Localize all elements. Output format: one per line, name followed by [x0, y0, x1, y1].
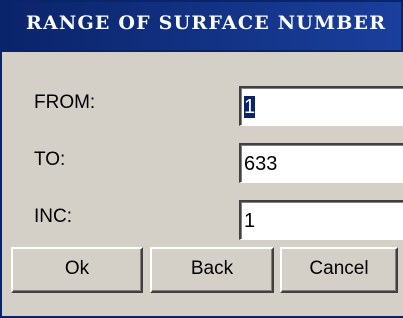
cancel-button[interactable]: Cancel: [280, 247, 398, 293]
dialog-title: RANGE OF SURFACE NUMBER: [26, 12, 387, 34]
from-field-selected-text: 1: [244, 96, 256, 118]
ok-button[interactable]: Ok: [11, 247, 143, 293]
range-dialog: RANGE OF SURFACE NUMBER FROM: 1 TO: 633 …: [0, 0, 403, 318]
inc-field[interactable]: 1: [239, 200, 403, 240]
back-button[interactable]: Back: [150, 247, 274, 293]
to-label: TO:: [34, 149, 66, 170]
from-label: FROM:: [34, 92, 96, 113]
to-field[interactable]: 633: [239, 143, 403, 183]
title-bar[interactable]: RANGE OF SURFACE NUMBER: [2, 0, 403, 52]
inc-label: INC:: [34, 206, 72, 227]
from-field[interactable]: 1: [239, 86, 403, 126]
